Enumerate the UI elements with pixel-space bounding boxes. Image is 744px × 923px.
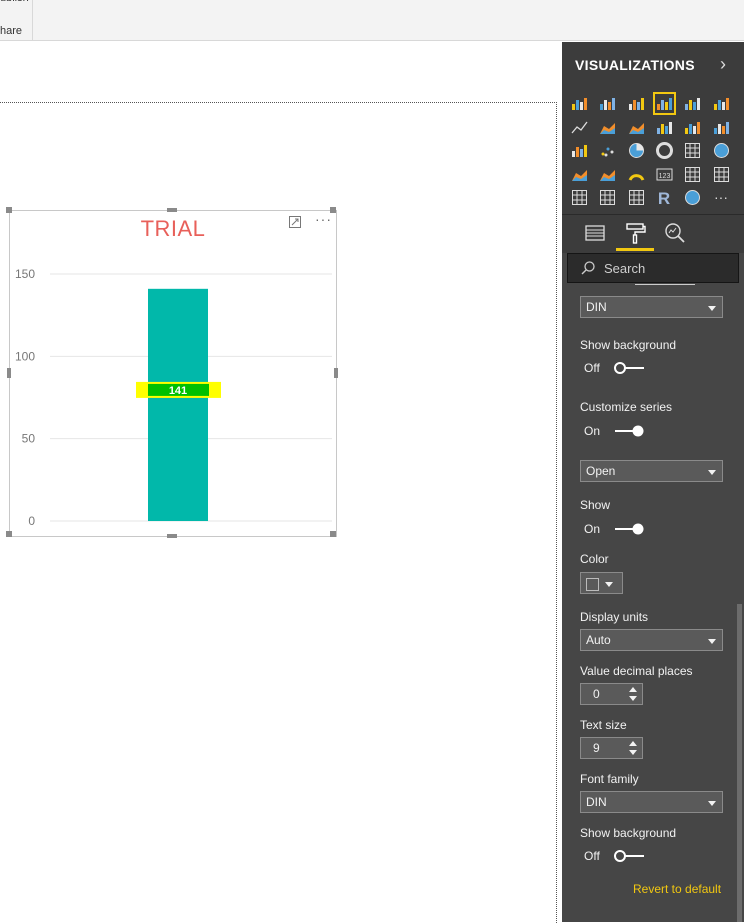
series-value: Open: [586, 464, 616, 478]
waterfall-chart-icon[interactable]: [571, 142, 588, 159]
clustered-bar-chart-icon[interactable]: [628, 95, 645, 112]
svg-text:123: 123: [659, 173, 671, 180]
font-family-value-1: DIN: [586, 300, 607, 314]
y-tick-label: 0: [28, 514, 35, 528]
show-background-toggle-2[interactable]: [613, 849, 647, 863]
filled-map-icon[interactable]: [571, 166, 588, 183]
stacked-area-chart-icon[interactable]: [628, 119, 645, 136]
svg-text:···: ···: [714, 189, 728, 205]
resize-handle-bottom[interactable]: [167, 534, 177, 538]
kpi-icon[interactable]: [713, 166, 730, 183]
y-tick-label: 50: [22, 432, 36, 446]
decimal-places-value: 0: [593, 687, 600, 701]
visual-gallery: 123 R ···: [562, 90, 744, 214]
pane-tabs: [562, 214, 744, 253]
y-tick-label: 100: [15, 349, 35, 363]
show-background-label-2: Show background: [580, 826, 677, 840]
globe-visual-icon[interactable]: [684, 189, 701, 206]
show-label: Show: [580, 498, 611, 512]
font-family-value-2: DIN: [586, 795, 607, 809]
font-family-label: Font family: [580, 772, 639, 786]
visualizations-pane: VISUALIZATIONS › 123 R ··· Search DIN Sh…: [562, 42, 744, 922]
svg-text:R: R: [658, 189, 670, 206]
search-icon: [581, 261, 595, 275]
customize-series-state: On: [584, 424, 601, 438]
ribbon-chart-icon[interactable]: [713, 119, 730, 136]
text-size-value: 9: [593, 741, 600, 755]
100-stacked-column-chart-icon[interactable]: [713, 95, 730, 112]
display-units-value: Auto: [586, 633, 611, 647]
pane-scrollbar[interactable]: [737, 604, 742, 922]
resize-handle-top-right[interactable]: [330, 207, 336, 213]
text-size-stepper[interactable]: 9: [580, 737, 643, 759]
chart-area: 0 50 100 150 141: [15, 267, 332, 528]
share-label[interactable]: hare: [0, 25, 22, 37]
pane-title: VISUALIZATIONS: [575, 57, 695, 73]
resize-handle-top[interactable]: [167, 208, 177, 212]
pane-header: VISUALIZATIONS ›: [562, 42, 744, 90]
donut-chart-icon[interactable]: [655, 142, 673, 159]
scrolled-label-remnant: [580, 278, 723, 288]
revert-to-default-link[interactable]: Revert to default: [633, 882, 721, 896]
show-toggle[interactable]: [613, 522, 647, 536]
show-state: On: [584, 522, 601, 536]
y-tick-label: 150: [15, 267, 35, 281]
decimal-places-stepper[interactable]: 0: [580, 683, 643, 705]
slicer-icon[interactable]: [571, 189, 588, 206]
line-stacked-column-icon[interactable]: [656, 119, 673, 136]
analytics-magnifier-icon[interactable]: [663, 221, 687, 245]
show-background-label-1: Show background: [580, 338, 677, 352]
fields-tab-icon[interactable]: [583, 221, 607, 245]
customize-series-label: Customize series: [580, 400, 673, 414]
data-label: 141: [169, 385, 187, 397]
show-background-state-1: Off: [584, 361, 600, 375]
color-picker[interactable]: [580, 572, 623, 594]
resize-handle-left[interactable]: [7, 368, 11, 378]
resize-handle-bottom-right[interactable]: [330, 531, 336, 537]
resize-handle-right[interactable]: [334, 368, 338, 378]
funnel-icon[interactable]: [599, 166, 616, 183]
search-placeholder: Search: [604, 261, 646, 276]
resize-handle-bottom-left[interactable]: [6, 531, 12, 537]
100-stacked-bar-chart-icon[interactable]: [684, 95, 701, 112]
collapse-chevron-icon[interactable]: ›: [720, 54, 726, 75]
format-paint-roller-icon[interactable]: [623, 221, 647, 245]
ribbon-divider: [32, 0, 33, 40]
area-chart-icon[interactable]: [599, 119, 616, 136]
publish-button[interactable]: ublish: [0, 0, 29, 4]
font-family-dropdown-2[interactable]: DIN: [580, 791, 723, 813]
stacked-column-chart-icon[interactable]: [599, 95, 616, 112]
pie-chart-icon[interactable]: [628, 142, 645, 159]
bar: [148, 288, 208, 521]
line-clustered-column-icon[interactable]: [684, 119, 701, 136]
r-script-visual-icon[interactable]: R: [656, 189, 673, 208]
treemap-icon[interactable]: [684, 142, 701, 159]
matrix-icon[interactable]: [628, 189, 645, 206]
display-units-label: Display units: [580, 610, 649, 624]
multi-row-card-icon[interactable]: [684, 166, 701, 183]
scatter-chart-icon[interactable]: [599, 142, 616, 159]
color-label: Color: [580, 552, 609, 566]
decimal-places-label: Value decimal places: [580, 664, 693, 678]
font-family-dropdown-1[interactable]: DIN: [580, 296, 723, 318]
clustered-column-chart-icon[interactable]: [652, 92, 676, 115]
stacked-bar-chart-icon[interactable]: [571, 95, 588, 112]
table-icon[interactable]: [599, 189, 616, 206]
resize-handle-top-left[interactable]: [6, 207, 12, 213]
customize-series-toggle[interactable]: [613, 424, 647, 438]
show-background-state-2: Off: [584, 849, 600, 863]
active-tab-indicator: [616, 248, 654, 251]
map-icon[interactable]: [713, 142, 730, 159]
ribbon: ublish hare: [0, 0, 744, 41]
line-chart-icon[interactable]: [571, 119, 588, 136]
gauge-icon[interactable]: [628, 166, 645, 183]
display-units-dropdown[interactable]: Auto: [580, 629, 723, 651]
more-visuals-icon[interactable]: ···: [713, 189, 730, 206]
series-dropdown[interactable]: Open: [580, 460, 723, 482]
text-size-label: Text size: [580, 718, 627, 732]
card-icon[interactable]: 123: [656, 166, 673, 183]
column-chart-visual[interactable]: TRIAL ··· 0 50 100 150 141: [9, 210, 337, 537]
show-background-toggle-1[interactable]: [613, 361, 647, 375]
